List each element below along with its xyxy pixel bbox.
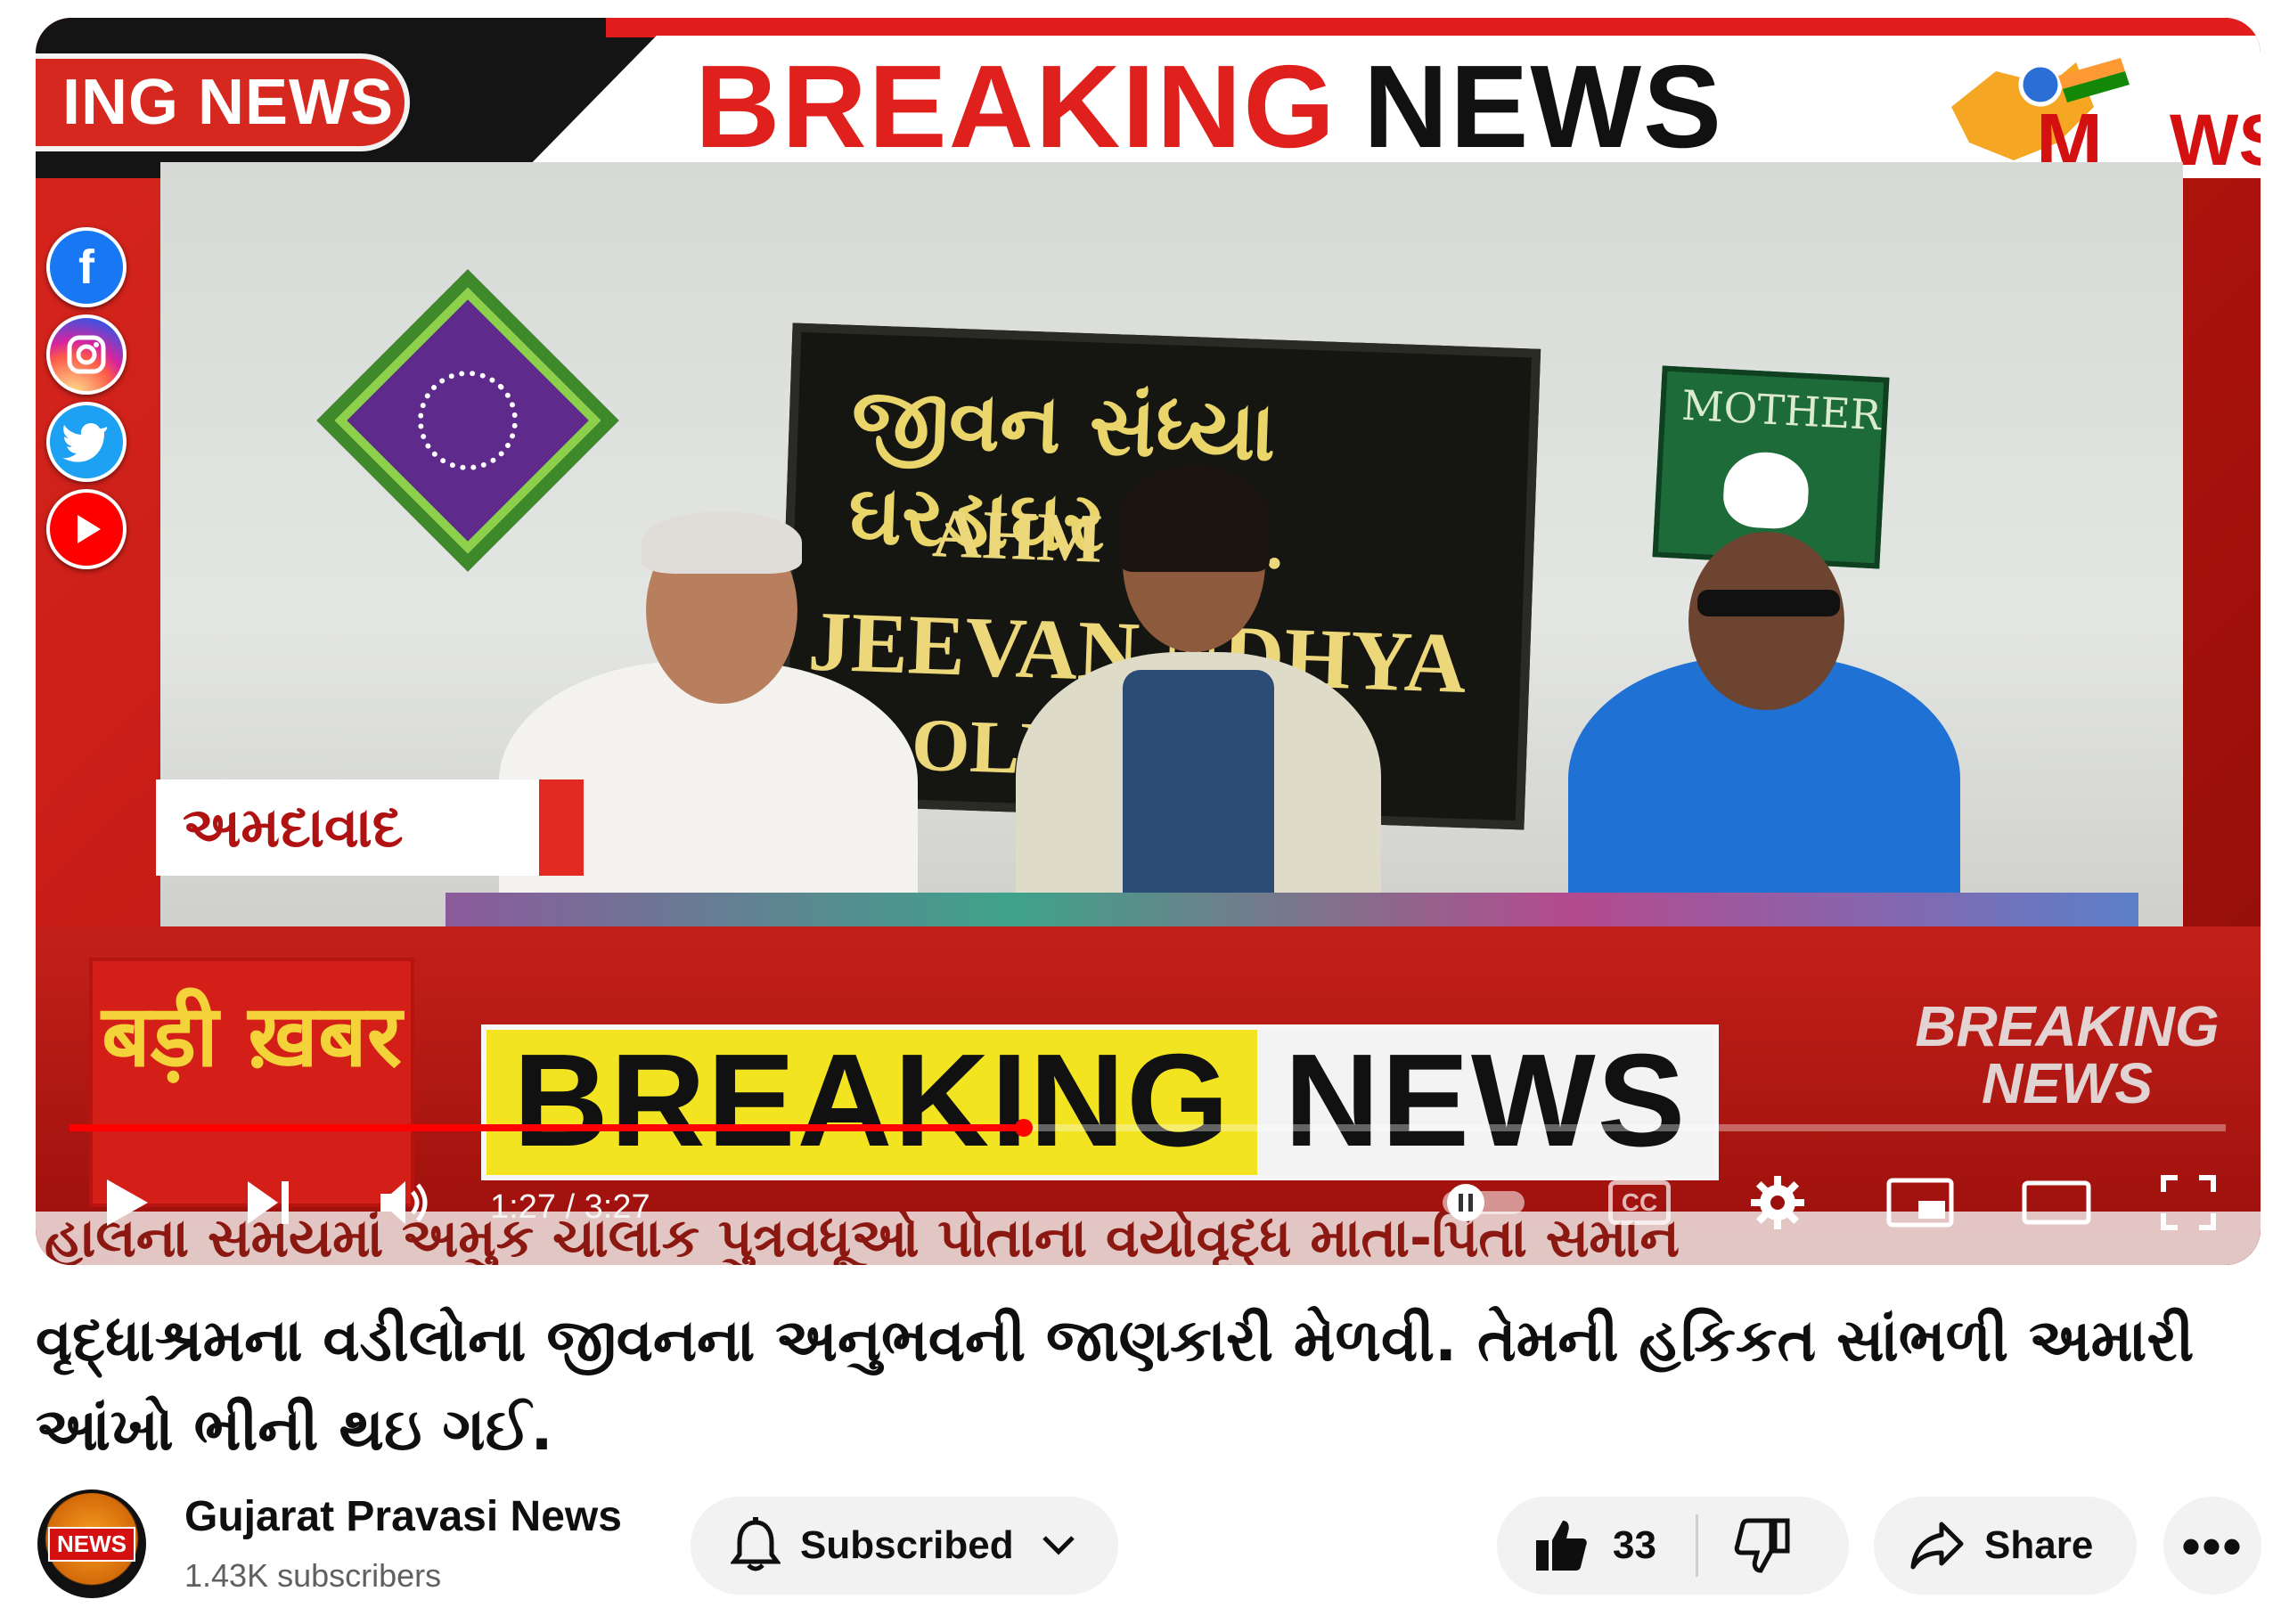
twitter-icon bbox=[46, 402, 127, 482]
breaking-news-logo: BREAKING NEWS bbox=[1889, 998, 2245, 1131]
breaking-logo-line-1: BREAKING bbox=[1915, 994, 2220, 1058]
news-word: NEWS bbox=[1363, 41, 1724, 172]
instagram-icon bbox=[46, 314, 127, 395]
person-right-head bbox=[1688, 532, 1844, 710]
facebook-icon: f bbox=[46, 227, 127, 307]
like-dislike-group: 33 bbox=[1497, 1497, 1849, 1595]
like-count: 33 bbox=[1613, 1523, 1656, 1567]
person-right-glasses bbox=[1697, 590, 1840, 616]
share-icon bbox=[1910, 1522, 1964, 1570]
miniplayer-icon[interactable] bbox=[1884, 1174, 1956, 1231]
theater-icon[interactable] bbox=[2021, 1174, 2092, 1231]
avatar-text: NEWS bbox=[48, 1526, 135, 1562]
fullscreen-icon[interactable] bbox=[2156, 1174, 2220, 1231]
autoplay-toggle[interactable] bbox=[1435, 1174, 1533, 1231]
more-actions-button[interactable]: ••• bbox=[2163, 1497, 2261, 1595]
player-controls: 1:27 / 3:27 CC bbox=[36, 1158, 2261, 1247]
news-bar-word: NEWS bbox=[1257, 1030, 1714, 1175]
breaking-bar-word: BREAKING bbox=[486, 1030, 1258, 1175]
video-player[interactable]: ING NEWS BREAKING NEWS M WS f જીવન સંધ્યા… bbox=[36, 18, 2261, 1265]
wall-decoration bbox=[316, 269, 619, 572]
play-icon[interactable] bbox=[98, 1174, 155, 1231]
volume-icon[interactable] bbox=[374, 1174, 437, 1231]
breaking-news-headline: BREAKING NEWS bbox=[695, 45, 1723, 169]
subscribed-label: Subscribed bbox=[800, 1523, 1014, 1567]
time-display: 1:27 / 3:27 bbox=[490, 1188, 650, 1226]
heart-icon bbox=[1721, 450, 1811, 531]
bell-icon bbox=[731, 1517, 781, 1571]
youtube-icon bbox=[46, 489, 127, 569]
social-icons: f bbox=[46, 227, 132, 576]
captions-icon[interactable]: CC bbox=[1604, 1174, 1675, 1231]
subscriber-count: 1.43K subscribers bbox=[184, 1557, 442, 1594]
dislike-icon[interactable] bbox=[1734, 1517, 1791, 1574]
like-divider bbox=[1695, 1514, 1698, 1577]
next-icon[interactable] bbox=[241, 1174, 298, 1231]
breaking-logo-line-2: NEWS bbox=[1982, 1051, 2153, 1115]
captions-label: CC bbox=[1608, 1180, 1671, 1225]
top-banner-stripe bbox=[606, 18, 2261, 37]
progress-bar[interactable] bbox=[69, 1119, 2226, 1137]
mother-card-text: MOTHER bbox=[1680, 380, 1883, 440]
share-button[interactable]: Share bbox=[1874, 1497, 2137, 1595]
subscribed-button[interactable]: Subscribed bbox=[691, 1497, 1118, 1595]
share-label: Share bbox=[1984, 1523, 2094, 1567]
corner-logo-text: WS bbox=[2170, 100, 2261, 181]
news-ticker-label: ING NEWS bbox=[36, 53, 410, 151]
breaking-word: BREAKING bbox=[695, 41, 1337, 172]
channel-name[interactable]: Gujarat Pravasi News bbox=[184, 1492, 622, 1541]
channel-avatar[interactable]: NEWS bbox=[37, 1489, 146, 1598]
progress-played bbox=[69, 1119, 1034, 1137]
location-label: અમદાવાદ bbox=[156, 779, 584, 876]
gear-icon[interactable] bbox=[1746, 1174, 1809, 1231]
chevron-down-icon bbox=[1042, 1536, 1075, 1555]
breaking-news-bar: BREAKING NEWS bbox=[481, 1024, 1720, 1180]
video-title: વૃદ્ધાશ્રમના વડીલોના જીવનના અનુભવની જાણક… bbox=[36, 1306, 2195, 1464]
person-center-scarf bbox=[1123, 670, 1274, 928]
table bbox=[446, 893, 2138, 928]
person-center-hair bbox=[1118, 465, 1270, 572]
like-icon[interactable] bbox=[1533, 1517, 1590, 1574]
person-left-hair bbox=[642, 511, 802, 574]
